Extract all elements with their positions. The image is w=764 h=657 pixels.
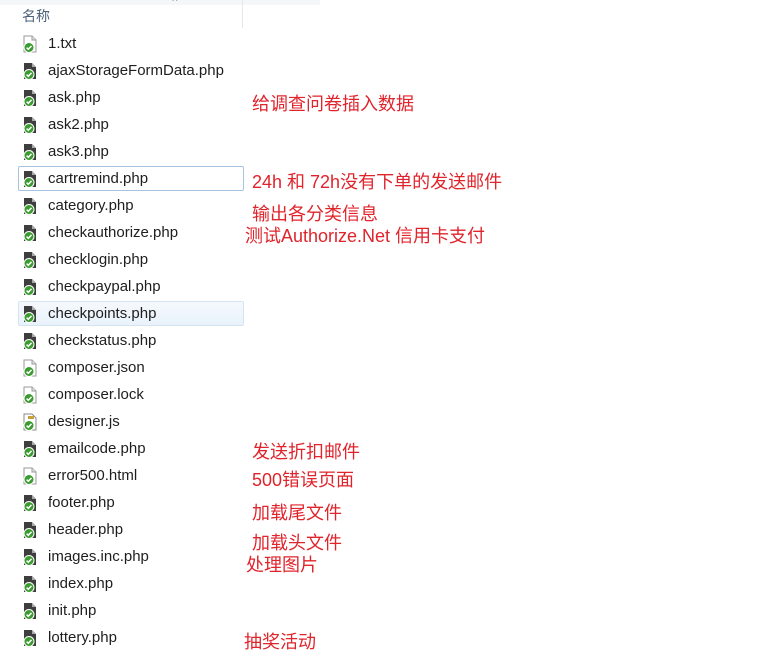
php-file-icon: [23, 278, 38, 296]
file-name: ask2.php: [48, 116, 109, 133]
file-name: images.inc.php: [48, 548, 149, 565]
file-name: error500.html: [48, 467, 138, 484]
file-row[interactable]: ajaxStorageFormData.php: [18, 58, 244, 83]
php-file-icon: [23, 197, 38, 215]
file-row[interactable]: header.php: [18, 517, 244, 542]
file-row[interactable]: ask3.php: [18, 139, 244, 164]
annotation-text: 抽奖活动: [244, 632, 316, 652]
file-name: ask3.php: [48, 143, 109, 160]
file-row[interactable]: composer.json: [18, 355, 244, 380]
annotation-text: 500错误页面: [252, 470, 355, 490]
file-row[interactable]: checklogin.php: [18, 247, 244, 272]
file-row[interactable]: emailcode.php: [18, 436, 244, 461]
file-row[interactable]: category.php: [18, 193, 244, 218]
text-file-icon: [23, 386, 38, 404]
file-name: category.php: [48, 197, 134, 214]
file-row[interactable]: checkpoints.php: [18, 301, 244, 326]
file-name: checkauthorize.php: [48, 224, 179, 241]
file-row[interactable]: ask.php: [18, 85, 244, 110]
file-row[interactable]: error500.html: [18, 463, 244, 488]
annotation-text: 给调查问卷插入数据: [252, 94, 414, 114]
file-list-pane: 名称 ˄ 1.txt ajaxStorageFormData.php ask.php…: [0, 0, 320, 657]
column-divider[interactable]: [242, 0, 243, 28]
name-column-header[interactable]: 名称 ˄: [0, 0, 244, 30]
file-name: checkstatus.php: [48, 332, 157, 349]
file-row[interactable]: cartremind.php: [18, 166, 244, 191]
file-name: composer.lock: [48, 386, 144, 403]
file-name: footer.php: [48, 494, 115, 511]
file-name: composer.json: [48, 359, 145, 376]
file-row[interactable]: checkstatus.php: [18, 328, 244, 353]
file-name: lottery.php: [48, 629, 117, 646]
text-file-icon: [23, 359, 38, 377]
file-row[interactable]: composer.lock: [18, 382, 244, 407]
file-name: init.php: [48, 602, 97, 619]
annotation-text: 测试Authorize.Net 信用卡支付: [245, 226, 486, 246]
file-name: checkpoints.php: [48, 305, 157, 322]
sort-caret-icon[interactable]: ˄: [172, 0, 178, 5]
annotation-text: 处理图片: [246, 555, 318, 575]
php-file-icon: [23, 602, 38, 620]
file-row[interactable]: init.php: [18, 598, 244, 623]
php-file-icon: [23, 575, 38, 593]
php-file-icon: [23, 440, 38, 458]
php-file-icon: [23, 251, 38, 269]
php-file-icon: [23, 494, 38, 512]
file-name: checklogin.php: [48, 251, 149, 268]
php-file-icon: [23, 89, 38, 107]
file-row[interactable]: footer.php: [18, 490, 244, 515]
annotation-text: 发送折扣邮件: [252, 442, 360, 462]
php-file-icon: [23, 62, 38, 80]
file-row[interactable]: images.inc.php: [18, 544, 244, 569]
file-name: ajaxStorageFormData.php: [48, 62, 224, 79]
file-row[interactable]: lottery.php: [18, 625, 244, 650]
js-file-icon: [23, 413, 38, 431]
file-row[interactable]: 1.txt: [18, 31, 244, 56]
php-file-icon: [23, 305, 38, 323]
file-row[interactable]: designer.js: [18, 409, 244, 434]
file-name: header.php: [48, 521, 124, 538]
text-file-icon: [23, 35, 38, 53]
php-file-icon: [23, 521, 38, 539]
php-file-icon: [23, 116, 38, 134]
file-row[interactable]: checkauthorize.php: [18, 220, 244, 245]
text-file-icon: [23, 467, 38, 485]
file-name: ask.php: [48, 89, 101, 106]
file-row[interactable]: checkpaypal.php: [18, 274, 244, 299]
php-file-icon: [23, 332, 38, 350]
php-file-icon: [23, 170, 38, 188]
file-name: 1.txt: [48, 35, 77, 52]
annotation-text: 加载尾文件: [252, 503, 342, 523]
file-row[interactable]: index.php: [18, 571, 244, 596]
file-name: cartremind.php: [48, 170, 149, 187]
annotation-text: 24h 和 72h没有下单的发送邮件: [252, 172, 503, 192]
php-file-icon: [23, 224, 38, 242]
php-file-icon: [23, 629, 38, 647]
name-column-label: 名称: [22, 8, 50, 24]
file-name: designer.js: [48, 413, 120, 430]
file-name: emailcode.php: [48, 440, 146, 457]
php-file-icon: [23, 548, 38, 566]
file-name: index.php: [48, 575, 114, 592]
php-file-icon: [23, 143, 38, 161]
file-row[interactable]: ask2.php: [18, 112, 244, 137]
file-name: checkpaypal.php: [48, 278, 161, 295]
